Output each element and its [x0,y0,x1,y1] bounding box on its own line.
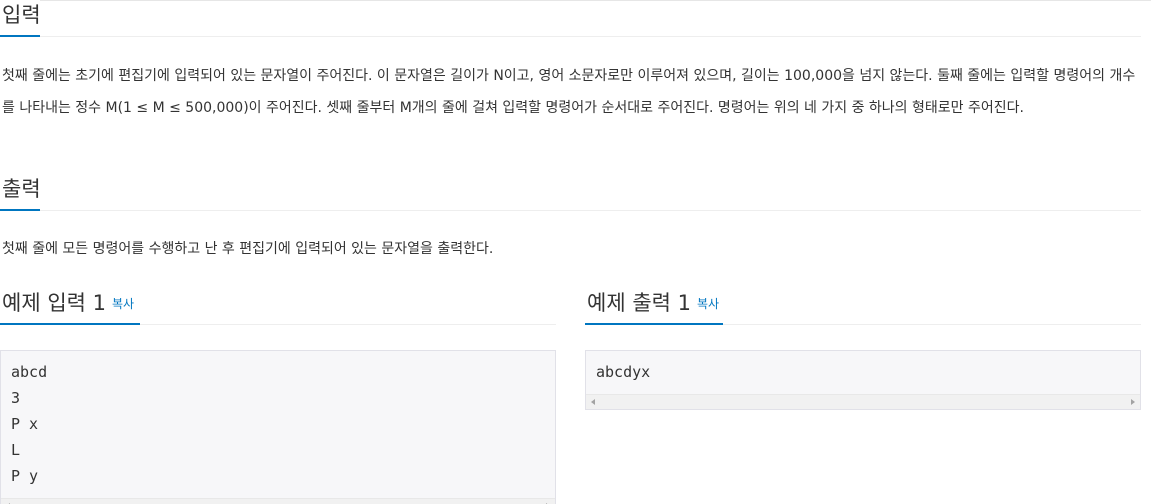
output-section-header: 출력 [0,174,1141,211]
sample-output-line: abcdyx [596,363,651,381]
scroll-left-arrow-icon[interactable] [591,399,595,405]
output-section-title: 출력 [2,177,41,201]
sample-input-line: abcd [11,363,48,381]
input-description: 첫째 줄에는 초기에 편집기에 입력되어 있는 문자열이 주어진다. 이 문자열… [2,68,1136,116]
sample-input-line: P y [11,467,39,485]
copy-sample-input-link[interactable]: 복사 [112,297,134,311]
sample-output-code: abcdyx [596,359,650,385]
sample-input-header: 예제 입력 1 복사 [0,288,556,325]
input-section-title: 입력 [2,3,41,27]
input-section-header: 입력 [0,0,1141,37]
output-title-underline [0,209,40,211]
sample-input-box[interactable]: abcd 3 P x L P y [0,350,556,504]
output-description: 첫째 줄에 모든 명령어를 수행하고 난 후 편집기에 입력되어 있는 문자열을… [2,241,494,257]
input-title-underline [0,35,40,37]
sample-output-header: 예제 출력 1 복사 [585,288,1141,325]
sample-input-line: 3 [11,389,21,407]
sample-input-underline [0,323,140,325]
sample-output-scrollbar[interactable] [586,394,1140,409]
sample-output-underline [585,323,723,325]
sample-input-heading: 예제 입력 1 복사 [2,288,134,319]
sample-input-scrollbar[interactable] [1,498,555,504]
scroll-right-arrow-icon[interactable] [1131,399,1135,405]
sample-input-line: L [11,441,21,459]
sample-input-title: 예제 입력 1 [2,291,106,315]
sample-output-heading: 예제 출력 1 복사 [587,288,719,319]
sample-output-box[interactable]: abcdyx [585,350,1141,410]
copy-sample-output-link[interactable]: 복사 [697,297,719,311]
problem-page: 입력 첫째 줄에는 초기에 편집기에 입력되어 있는 문자열이 주어진다. 이 … [0,0,1151,504]
sample-input-line: P x [11,415,39,433]
sample-output-title: 예제 출력 1 [587,291,691,315]
sample-input-code: abcd 3 P x L P y [11,359,47,489]
